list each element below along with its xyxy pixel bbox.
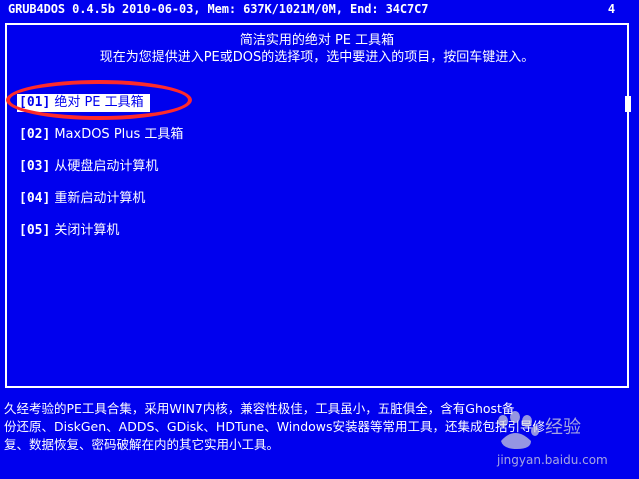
- grub4dos-boot-screen: GRUB4DOS 0.4.5b 2010-06-03, Mem: 637K/10…: [0, 0, 639, 479]
- menu-item-label: 绝对 PE 工具箱: [54, 95, 144, 110]
- menu-item-number: [03]: [19, 159, 51, 174]
- menu-item-number: [05]: [19, 223, 51, 238]
- menu-subtitle: 现在为您提供进入PE或DOS的选择项，选中要进入的项目，按回车键进入。: [99, 50, 535, 65]
- menu-item-label: MaxDOS Plus 工具箱: [54, 127, 184, 142]
- scroll-indicator: [625, 96, 633, 112]
- menu-item-number: [04]: [19, 191, 51, 206]
- description-line: 复、数据恢复、密码破解在内的其它实用小工具。: [4, 437, 280, 452]
- boot-menu-frame: 简洁实用的绝对 PE 工具箱 现在为您提供进入PE或DOS的选择项，选中要进入的…: [5, 23, 629, 388]
- status-bar: GRUB4DOS 0.4.5b 2010-06-03, Mem: 637K/10…: [0, 0, 639, 18]
- menu-item-label: 关闭计算机: [54, 223, 120, 238]
- menu-item-5[interactable]: [05] 关闭计算机: [17, 220, 125, 242]
- description-line: 份还原、DiskGen、ADDS、GDisk、HDTune、Windows安装器…: [4, 419, 546, 434]
- status-text: GRUB4DOS 0.4.5b 2010-06-03, Mem: 637K/10…: [8, 2, 429, 16]
- menu-item-2[interactable]: [02] MaxDOS Plus 工具箱: [17, 124, 189, 146]
- menu-item-description: 久经考验的PE工具合集，采用WIN7内核，兼容性极佳，工具虽小，五脏俱全，含有G…: [4, 400, 636, 454]
- menu-item-1[interactable]: [01] 绝对 PE 工具箱: [17, 94, 150, 112]
- status-page-number: 4: [607, 2, 615, 16]
- menu-item-4[interactable]: [04] 重新启动计算机: [17, 188, 151, 210]
- menu-item-label: 从硬盘启动计算机: [54, 159, 159, 174]
- menu-title: 简洁实用的绝对 PE 工具箱: [239, 33, 395, 48]
- menu-item-number: [02]: [19, 127, 51, 142]
- menu-item-3[interactable]: [03] 从硬盘启动计算机: [17, 156, 164, 178]
- watermark-url: jingyan.baidu.com: [497, 453, 608, 467]
- menu-item-label: 重新启动计算机: [54, 191, 146, 206]
- menu-item-number: [01]: [19, 95, 51, 110]
- description-line: 久经考验的PE工具合集，采用WIN7内核，兼容性极佳，工具虽小，五脏俱全，含有G…: [4, 401, 515, 416]
